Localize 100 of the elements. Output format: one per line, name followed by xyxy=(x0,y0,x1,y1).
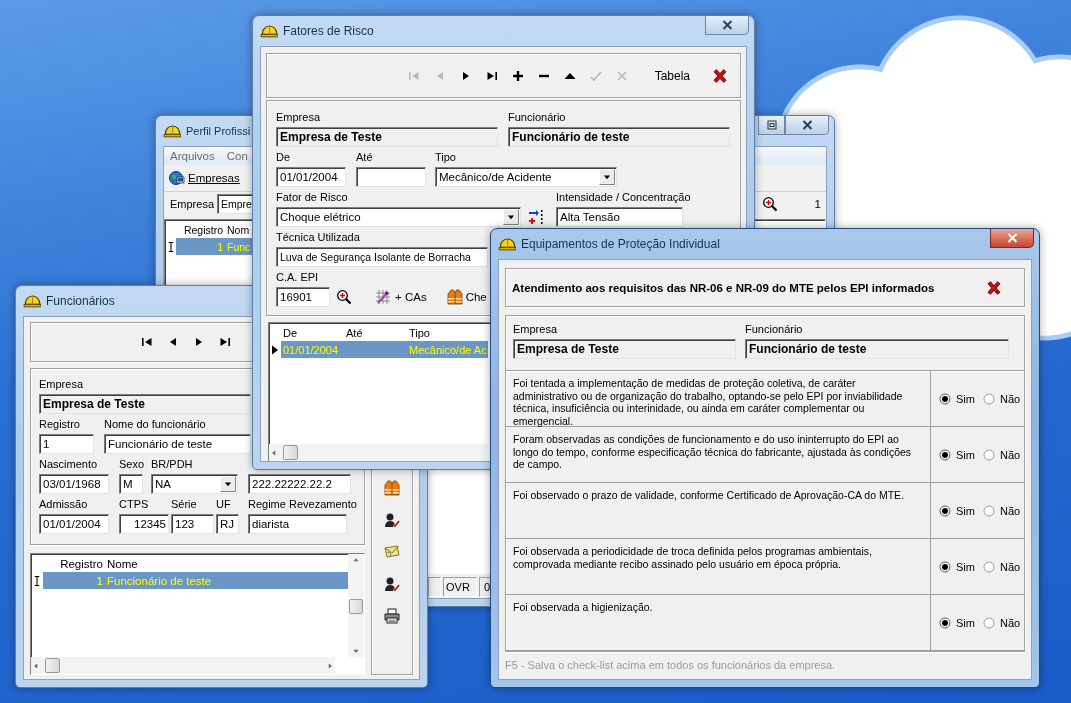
radio-icon[interactable] xyxy=(939,504,951,517)
user-check-icon[interactable] xyxy=(384,576,400,592)
close-icon[interactable] xyxy=(986,279,1002,296)
text-field[interactable] xyxy=(356,167,426,187)
column-header: Registro xyxy=(59,557,104,570)
search-icon[interactable] xyxy=(336,289,352,305)
text-field[interactable]: diarista xyxy=(248,514,347,534)
text-field[interactable]: 123 xyxy=(171,514,214,534)
printer-icon[interactable] xyxy=(384,608,400,624)
scrollbar[interactable] xyxy=(269,444,487,461)
radio-button[interactable]: Sim xyxy=(939,392,975,405)
envelope-icon[interactable] xyxy=(384,544,400,560)
restore-icon[interactable] xyxy=(766,120,777,130)
hard-hat-icon xyxy=(260,22,278,40)
table-cell-text: 01/01/2004 xyxy=(282,343,340,356)
radio-button[interactable]: Não xyxy=(982,616,1021,629)
user-check-icon[interactable] xyxy=(384,512,400,528)
window-title: Perfil Profissi xyxy=(186,125,251,137)
radio-icon[interactable] xyxy=(939,448,951,461)
text-field[interactable]: Luva de Segurança Isolante de Borracha xyxy=(276,247,488,267)
table-button[interactable]: Tabela xyxy=(654,68,690,83)
field-label: Até xyxy=(356,151,373,164)
radio-button[interactable]: Sim xyxy=(939,560,975,573)
scrollbar-thumb[interactable] xyxy=(283,445,298,460)
text-field[interactable]: M xyxy=(119,474,143,494)
field-label: Funcionário xyxy=(508,111,566,124)
text-field[interactable]: 16901 xyxy=(276,287,330,307)
radio-icon[interactable] xyxy=(939,392,951,405)
table-cell-text: 1 xyxy=(216,240,224,253)
toolbar-button[interactable]: Empresas xyxy=(169,170,240,186)
field-label: Funcionário xyxy=(745,323,803,336)
checklist-button[interactable]: Che xyxy=(446,289,487,305)
add-arrow-icon[interactable] xyxy=(528,209,544,225)
column-header: Tipo xyxy=(408,326,431,339)
text-field[interactable]: 1 xyxy=(39,434,94,454)
hard-hat-icon xyxy=(498,235,516,253)
field-label: CTPS xyxy=(119,498,149,511)
field-label: Regime Revezamento xyxy=(248,498,357,511)
vest-icon xyxy=(446,289,463,305)
field-label: Nome do funcionário xyxy=(104,418,206,431)
text-field[interactable]: 03/01/1968 xyxy=(39,474,109,494)
radio-icon[interactable] xyxy=(982,504,995,517)
menu-item[interactable]: Con xyxy=(226,150,248,162)
radio-icon[interactable] xyxy=(982,560,995,573)
window-title: Equipamentos de Proteção Individual xyxy=(521,237,720,251)
text-field[interactable]: RJ xyxy=(216,514,239,534)
restore-button[interactable] xyxy=(758,116,785,135)
menu-item[interactable]: Arquivos xyxy=(170,150,215,162)
field-label: Fator de Risco xyxy=(276,191,348,204)
column-header: Registro xyxy=(182,223,224,236)
table-cell-text: 1 xyxy=(95,574,104,587)
vest-icon[interactable] xyxy=(384,480,400,496)
radio-icon[interactable] xyxy=(939,616,951,629)
radio-icon[interactable] xyxy=(982,448,995,461)
field-label: Empresa xyxy=(170,198,215,210)
close-icon[interactable] xyxy=(801,120,813,130)
text-field[interactable]: Alta Tensão xyxy=(556,207,683,227)
text-field[interactable]: 01/01/2004 xyxy=(39,514,109,534)
table-cell-text: Mecânico/de Ac xyxy=(408,343,488,356)
radio-icon[interactable] xyxy=(939,560,951,573)
dropdown-field[interactable]: Mecânico/de Acidente xyxy=(435,167,617,187)
add-button[interactable]: + CAs xyxy=(375,289,427,305)
scrollbar-thumb[interactable] xyxy=(45,658,60,673)
field-label: UF xyxy=(216,498,231,511)
close-button[interactable] xyxy=(785,116,829,135)
field-label: Técnica Utilizada xyxy=(276,231,360,244)
close-button[interactable] xyxy=(705,16,749,35)
radio-icon[interactable] xyxy=(982,616,995,629)
readonly-field: Funcionário de teste xyxy=(508,127,730,147)
field-label: Intensidade / Concentração xyxy=(556,191,691,204)
scrollbar[interactable] xyxy=(348,554,364,657)
radio-icon[interactable] xyxy=(982,392,995,405)
radio-button[interactable]: Não xyxy=(982,448,1021,461)
field-label: Tipo xyxy=(435,151,456,164)
radio-button[interactable]: Não xyxy=(982,560,1021,573)
radio-button[interactable]: Sim xyxy=(939,504,975,517)
close-icon[interactable] xyxy=(712,67,728,84)
search-icon[interactable] xyxy=(761,196,778,212)
radio-button[interactable]: Não xyxy=(982,392,1021,405)
radio-button[interactable]: Não xyxy=(982,504,1021,517)
text-field[interactable]: 12345 xyxy=(119,514,169,534)
dropdown-field[interactable]: NA xyxy=(151,474,238,494)
scrollbar[interactable] xyxy=(31,657,335,674)
radio-button[interactable]: Sim xyxy=(939,616,975,629)
status-panel xyxy=(428,577,441,597)
text-field[interactable]: 01/01/2004 xyxy=(276,167,346,187)
radio-button[interactable]: Sim xyxy=(939,448,975,461)
column-header: Nom xyxy=(226,223,251,236)
field-label: Empresa xyxy=(513,323,558,336)
field-label: Sexo xyxy=(119,458,145,471)
field-label: C.A. EPI xyxy=(276,271,319,284)
close-icon[interactable] xyxy=(721,20,733,30)
text-field[interactable]: Funcionário de teste xyxy=(104,434,251,454)
field-label: Empresa xyxy=(39,378,84,391)
close-button[interactable] xyxy=(990,229,1034,248)
table-cell-text: Funcionário de teste xyxy=(106,574,213,587)
text-field[interactable]: 222.22222.22.2 xyxy=(248,474,351,494)
dropdown-field[interactable]: Choque elétrico xyxy=(276,207,521,227)
field-label: Nascimento xyxy=(39,458,98,471)
scrollbar-thumb[interactable] xyxy=(349,599,363,614)
